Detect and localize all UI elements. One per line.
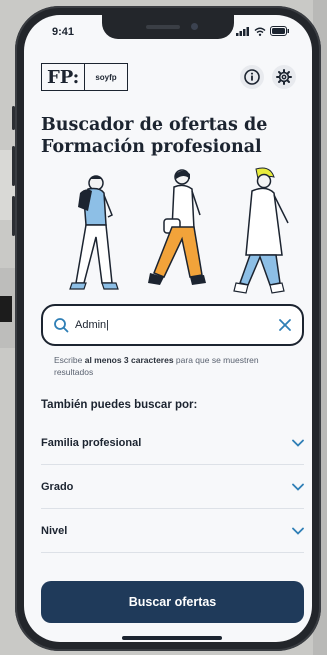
- person-1: [69, 175, 119, 290]
- speaker: [146, 25, 180, 29]
- background-dark-bar: [0, 296, 12, 322]
- search-input[interactable]: Admin|: [75, 319, 278, 331]
- chevron-down-icon: [292, 527, 304, 535]
- signal-icon: [236, 26, 249, 36]
- chevron-down-icon: [292, 439, 304, 447]
- camera: [191, 23, 198, 30]
- settings-button[interactable]: [272, 65, 296, 89]
- phone-frame: 9:41 FP: soyfp Buscador de ofertas de Fo…: [12, 6, 321, 651]
- phone-volume-up-button: [12, 146, 15, 186]
- filter-familia-profesional[interactable]: Familia profesional: [41, 421, 304, 465]
- battery-icon: [270, 26, 289, 36]
- walking-people-illustration: [69, 167, 289, 294]
- app-screen: 9:41 FP: soyfp Buscador de ofertas de Fo…: [24, 15, 312, 642]
- logo-soy: soyfp: [95, 72, 117, 82]
- phone-volume-down-button: [12, 196, 15, 236]
- app-header: FP: soyfp: [41, 63, 298, 93]
- page-title-line-2: Formación profesional: [41, 137, 262, 157]
- filter-label: Grado: [41, 480, 74, 493]
- home-indicator: [122, 636, 222, 640]
- info-button[interactable]: [240, 65, 264, 89]
- filter-grado[interactable]: Grado: [41, 465, 304, 509]
- search-hint-bold: al menos 3 caracteres: [84, 355, 174, 365]
- logo-fp: FP:: [42, 64, 86, 90]
- phone-mute-button: [12, 106, 15, 130]
- soyfp-logo[interactable]: FP: soyfp: [41, 63, 128, 91]
- page-title: Buscador de ofertas de Formación profesi…: [41, 114, 301, 158]
- filters-heading: También puedes buscar por:: [41, 399, 198, 411]
- info-icon: [244, 69, 260, 85]
- chevron-down-icon: [292, 483, 304, 491]
- search-field[interactable]: Admin|: [41, 304, 304, 346]
- gear-icon: [276, 69, 292, 85]
- filter-label: Familia profesional: [41, 436, 142, 449]
- person-3: [233, 167, 289, 294]
- search-hint: Escribe al menos 3 caracteres para que s…: [54, 354, 284, 378]
- filter-label: Nivel: [41, 524, 68, 537]
- wifi-icon: [254, 27, 266, 36]
- person-2: [148, 169, 206, 285]
- search-icon: [54, 318, 69, 333]
- clear-icon[interactable]: [278, 318, 292, 332]
- status-time: 9:41: [52, 26, 75, 38]
- filter-nivel[interactable]: Nivel: [41, 509, 304, 553]
- status-icons: [236, 26, 290, 36]
- search-offers-button[interactable]: Buscar ofertas: [41, 581, 304, 623]
- notch: [102, 15, 234, 39]
- page-title-line-1: Buscador de ofertas de: [41, 115, 268, 135]
- search-hint-pre: Escribe: [54, 355, 85, 365]
